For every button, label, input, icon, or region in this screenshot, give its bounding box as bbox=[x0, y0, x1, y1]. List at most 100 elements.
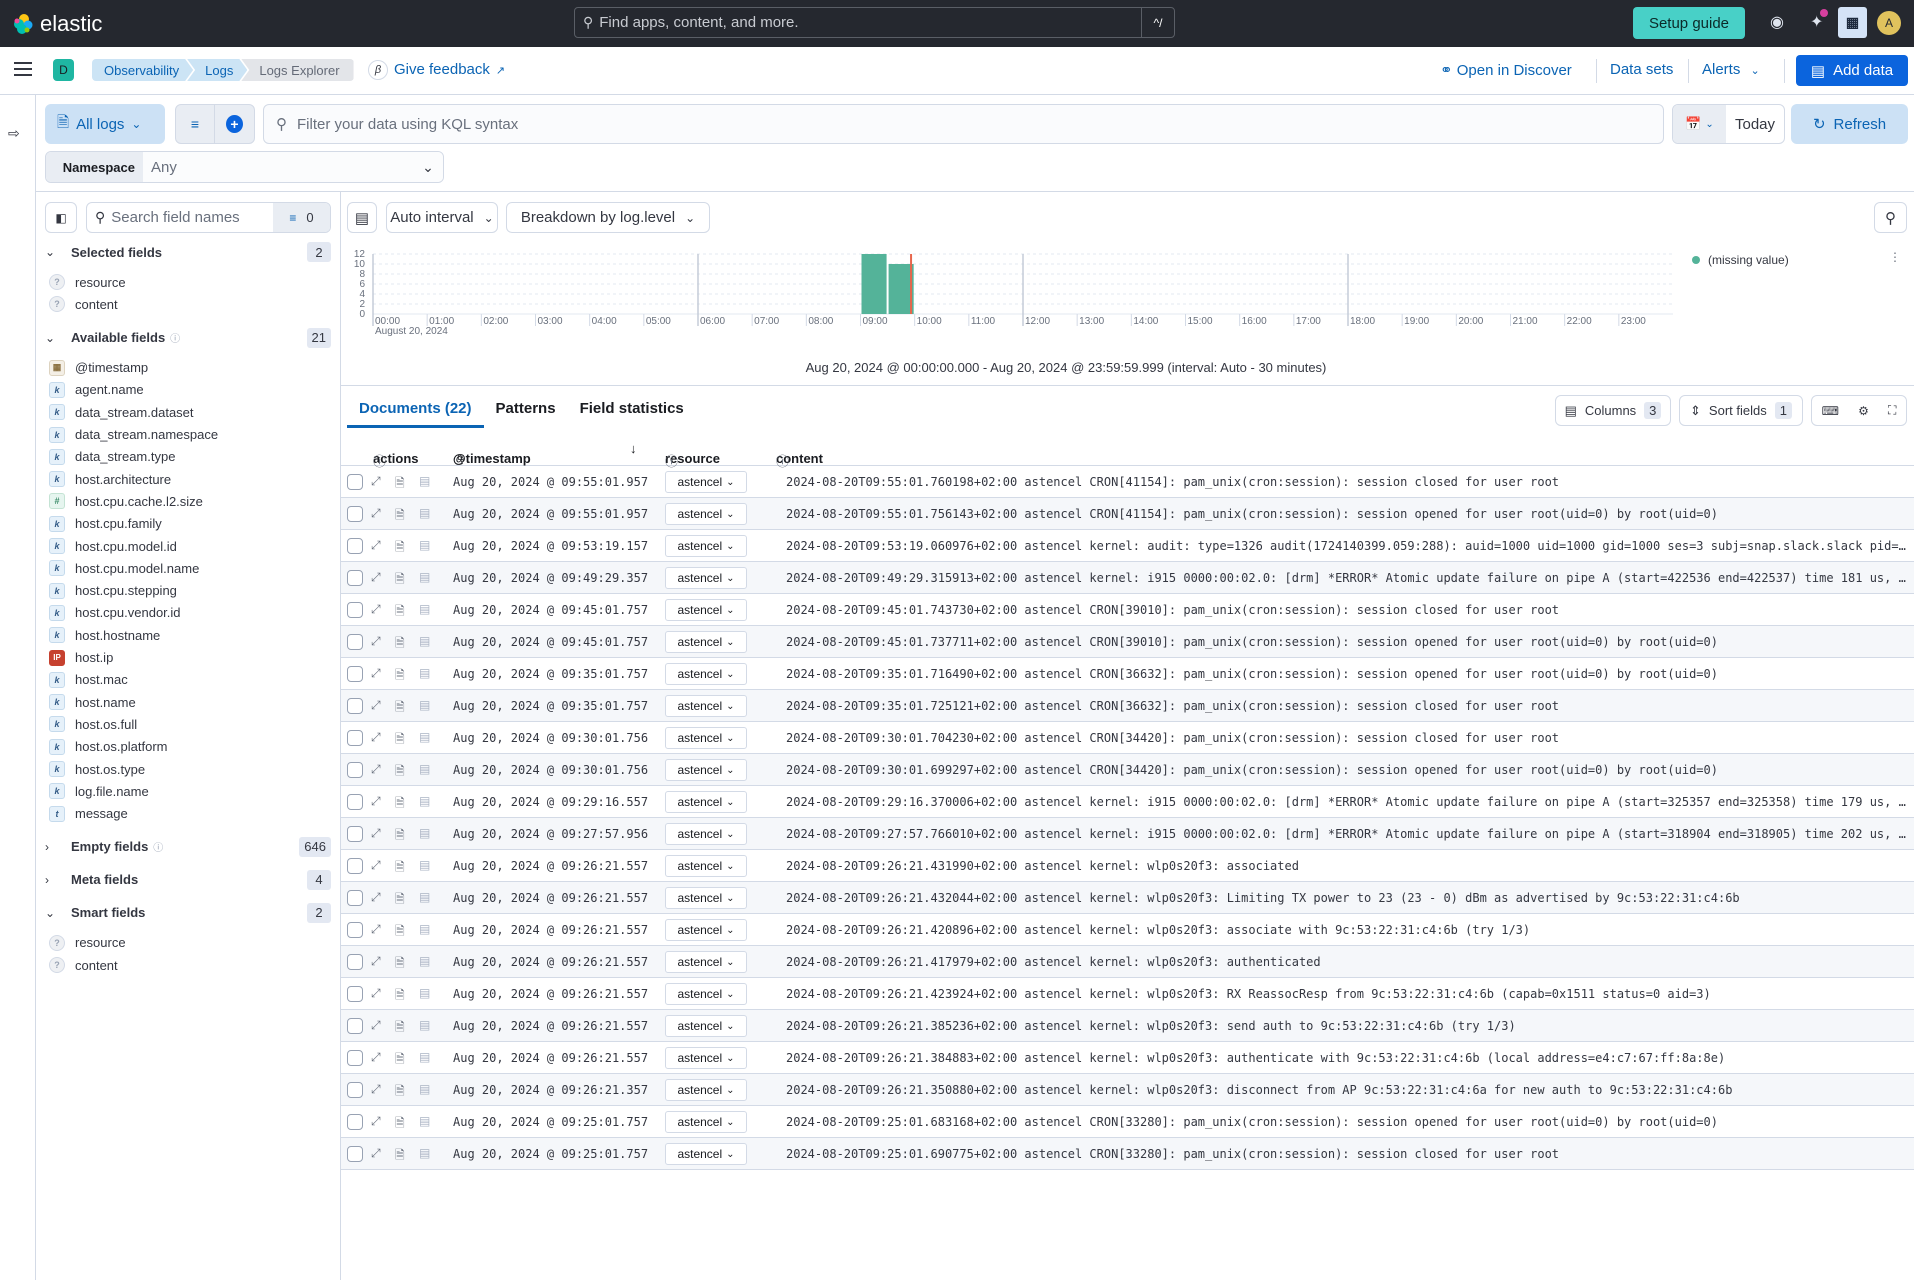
expand-document-icon[interactable]: ⤢ bbox=[371, 890, 381, 905]
field-item[interactable]: k host.cpu.model.name bbox=[49, 557, 199, 579]
row-select-checkbox[interactable] bbox=[347, 1050, 363, 1066]
display-settings-icon[interactable]: ⚙ bbox=[1858, 404, 1869, 418]
field-item[interactable]: ? resource bbox=[49, 271, 126, 293]
table-row[interactable]: ⤢ 🗎 ▤ Aug 20, 2024 @ 09:26:21.557 astencel ⌄ 2… bbox=[341, 1042, 1914, 1074]
view-log-details-icon[interactable]: 🗎 bbox=[395, 474, 405, 495]
field-section-empty-fields[interactable]: › Empty fields ⓘ 646 bbox=[45, 835, 331, 859]
row-select-checkbox[interactable] bbox=[347, 826, 363, 842]
resource-badge[interactable]: astencel ⌄ bbox=[665, 887, 747, 909]
resource-badge[interactable]: astencel ⌄ bbox=[665, 951, 747, 973]
expand-document-icon[interactable]: ⤢ bbox=[371, 666, 381, 681]
field-item[interactable]: ? content bbox=[49, 954, 118, 976]
field-item[interactable]: k host.cpu.model.id bbox=[49, 535, 177, 557]
resource-badge[interactable]: astencel ⌄ bbox=[665, 599, 747, 621]
table-row[interactable]: ⤢ 🗎 ▤ Aug 20, 2024 @ 09:30:01.756 astencel ⌄ 2… bbox=[341, 722, 1914, 754]
row-select-checkbox[interactable] bbox=[347, 954, 363, 970]
row-select-checkbox[interactable] bbox=[347, 570, 363, 586]
degraded-docs-icon[interactable]: ▤ bbox=[419, 506, 430, 520]
resource-badge[interactable]: astencel ⌄ bbox=[665, 1111, 747, 1133]
row-select-checkbox[interactable] bbox=[347, 666, 363, 682]
row-select-checkbox[interactable] bbox=[347, 538, 363, 554]
view-log-details-icon[interactable]: 🗎 bbox=[395, 890, 405, 911]
row-select-checkbox[interactable] bbox=[347, 506, 363, 522]
table-row[interactable]: ⤢ 🗎 ▤ Aug 20, 2024 @ 09:25:01.757 astencel ⌄ 2… bbox=[341, 1138, 1914, 1170]
table-row[interactable]: ⤢ 🗎 ▤ Aug 20, 2024 @ 09:25:01.757 astencel ⌄ 2… bbox=[341, 1106, 1914, 1138]
table-row[interactable]: ⤢ 🗎 ▤ Aug 20, 2024 @ 09:45:01.757 astencel ⌄ 2… bbox=[341, 594, 1914, 626]
row-select-checkbox[interactable] bbox=[347, 762, 363, 778]
chart-options-icon[interactable]: ⚲ bbox=[1874, 202, 1907, 233]
degraded-docs-icon[interactable]: ▤ bbox=[419, 954, 430, 968]
view-log-details-icon[interactable]: 🗎 bbox=[395, 986, 405, 1007]
expand-document-icon[interactable]: ⤢ bbox=[371, 762, 381, 777]
field-item[interactable]: ▦ @timestamp bbox=[49, 357, 148, 379]
view-log-details-icon[interactable]: 🗎 bbox=[395, 602, 405, 623]
expand-document-icon[interactable]: ⤢ bbox=[371, 922, 381, 937]
field-section-available-fields[interactable]: ⌄ Available fields ⓘ 21 bbox=[45, 326, 331, 350]
degraded-docs-icon[interactable]: ▤ bbox=[419, 730, 430, 744]
expand-document-icon[interactable]: ⤢ bbox=[371, 538, 381, 553]
collapse-sidebar-icon[interactable]: ◧ bbox=[45, 202, 77, 233]
resource-badge[interactable]: astencel ⌄ bbox=[665, 631, 747, 653]
tab-field-statistics[interactable]: Field statistics bbox=[568, 392, 696, 428]
namespace-filter[interactable]: Namespace Any ⌄ bbox=[45, 151, 444, 183]
resource-badge[interactable]: astencel ⌄ bbox=[665, 1079, 747, 1101]
sort-descending-icon[interactable]: ↓ bbox=[630, 441, 637, 456]
table-row[interactable]: ⤢ 🗎 ▤ Aug 20, 2024 @ 09:35:01.757 astencel ⌄ 2… bbox=[341, 658, 1914, 690]
field-type-filter-button[interactable]: ≡ 0 bbox=[273, 203, 330, 232]
legend-label[interactable]: (missing value) bbox=[1708, 253, 1789, 267]
row-select-checkbox[interactable] bbox=[347, 922, 363, 938]
expand-document-icon[interactable]: ⤢ bbox=[371, 730, 381, 745]
resource-badge[interactable]: astencel ⌄ bbox=[665, 695, 747, 717]
field-search-input[interactable]: ⚲ Search field names ≡ 0 bbox=[86, 202, 331, 233]
resource-badge[interactable]: astencel ⌄ bbox=[665, 1047, 747, 1069]
table-row[interactable]: ⤢ 🗎 ▤ Aug 20, 2024 @ 09:35:01.757 astencel ⌄ 2… bbox=[341, 690, 1914, 722]
alerts-menu[interactable]: Alerts ⌄ bbox=[1702, 61, 1760, 78]
field-item[interactable]: k log.file.name bbox=[49, 780, 149, 802]
field-item[interactable]: k host.name bbox=[49, 691, 136, 713]
view-log-details-icon[interactable]: 🗎 bbox=[395, 1050, 405, 1071]
resource-badge[interactable]: astencel ⌄ bbox=[665, 1143, 747, 1165]
table-row[interactable]: ⤢ 🗎 ▤ Aug 20, 2024 @ 09:26:21.557 astencel ⌄ 2… bbox=[341, 946, 1914, 978]
user-avatar[interactable]: A bbox=[1877, 11, 1901, 35]
view-log-details-icon[interactable]: 🗎 bbox=[395, 698, 405, 719]
degraded-docs-icon[interactable]: ▤ bbox=[419, 858, 430, 872]
date-range-display[interactable]: Today bbox=[1726, 105, 1784, 143]
degraded-docs-icon[interactable]: ▤ bbox=[419, 570, 430, 584]
degraded-docs-icon[interactable]: ▤ bbox=[419, 1050, 430, 1064]
resource-badge[interactable]: astencel ⌄ bbox=[665, 471, 747, 493]
refresh-button[interactable]: ↻ Refresh bbox=[1791, 104, 1908, 144]
view-log-details-icon[interactable]: 🗎 bbox=[395, 634, 405, 655]
degraded-docs-icon[interactable]: ▤ bbox=[419, 1114, 430, 1128]
degraded-docs-icon[interactable]: ▤ bbox=[419, 986, 430, 1000]
degraded-docs-icon[interactable]: ▤ bbox=[419, 826, 430, 840]
degraded-docs-icon[interactable]: ▤ bbox=[419, 698, 430, 712]
global-search-input[interactable]: ⚲ Find apps, content, and more. ^/ bbox=[574, 7, 1175, 38]
add-data-button[interactable]: ▤ Add data bbox=[1796, 55, 1908, 86]
keyboard-shortcuts-icon[interactable]: ⌨ bbox=[1822, 404, 1839, 418]
interval-selector[interactable]: Auto interval ⌄ bbox=[386, 202, 498, 233]
table-row[interactable]: ⤢ 🗎 ▤ Aug 20, 2024 @ 09:26:21.557 astencel ⌄ 2… bbox=[341, 882, 1914, 914]
table-row[interactable]: ⤢ 🗎 ▤ Aug 20, 2024 @ 09:26:21.557 astencel ⌄ 2… bbox=[341, 978, 1914, 1010]
row-select-checkbox[interactable] bbox=[347, 1114, 363, 1130]
tab-patterns[interactable]: Patterns bbox=[484, 392, 568, 428]
degraded-docs-icon[interactable]: ▤ bbox=[419, 922, 430, 936]
setup-guide-button[interactable]: Setup guide bbox=[1633, 7, 1745, 39]
field-item[interactable]: k data_stream.namespace bbox=[49, 424, 218, 446]
expand-document-icon[interactable]: ⤢ bbox=[371, 1114, 381, 1129]
sort-fields-button[interactable]: ⇕ Sort fields 1 bbox=[1679, 395, 1803, 426]
tab-documents[interactable]: Documents (22) bbox=[347, 392, 484, 428]
field-item[interactable]: k host.os.platform bbox=[49, 736, 168, 758]
expand-document-icon[interactable]: ⤢ bbox=[371, 954, 381, 969]
resource-badge[interactable]: astencel ⌄ bbox=[665, 727, 747, 749]
view-log-details-icon[interactable]: 🗎 bbox=[395, 506, 405, 527]
degraded-docs-icon[interactable]: ▤ bbox=[419, 1146, 430, 1160]
row-select-checkbox[interactable] bbox=[347, 474, 363, 490]
field-item[interactable]: k host.cpu.vendor.id bbox=[49, 602, 181, 624]
view-log-details-icon[interactable]: 🗎 bbox=[395, 1018, 405, 1039]
row-select-checkbox[interactable] bbox=[347, 794, 363, 810]
field-item[interactable]: # host.cpu.cache.l2.size bbox=[49, 490, 203, 512]
field-item[interactable]: k host.cpu.stepping bbox=[49, 580, 177, 602]
resource-badge[interactable]: astencel ⌄ bbox=[665, 535, 747, 557]
degraded-docs-icon[interactable]: ▤ bbox=[419, 634, 430, 648]
degraded-docs-icon[interactable]: ▤ bbox=[419, 890, 430, 904]
